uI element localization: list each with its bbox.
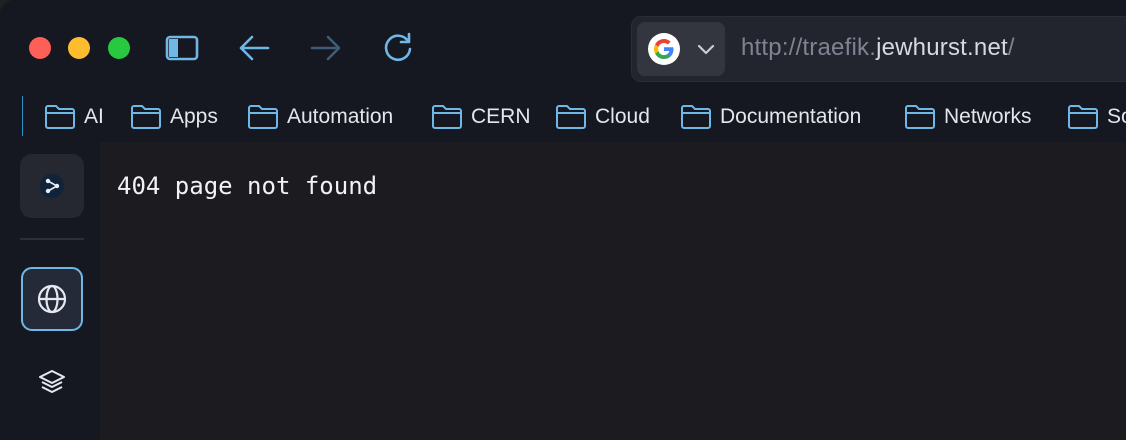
folder-icon — [1068, 105, 1098, 129]
globe-icon — [37, 284, 67, 314]
minimize-window-button[interactable] — [68, 37, 90, 59]
sidebar-item-web[interactable] — [21, 267, 83, 331]
url-domain: jewhurst.net — [876, 34, 1008, 61]
bookmark-folder-ai[interactable]: AI — [44, 102, 104, 132]
sidebar-item-share[interactable] — [20, 154, 84, 218]
url-text[interactable]: http://traefik.jewhurst.net/ — [741, 34, 1015, 62]
page-content: 404 page not found — [100, 142, 1126, 440]
bookmark-label: Documentation — [720, 105, 862, 128]
arrow-right-icon — [310, 35, 341, 61]
folder-icon — [248, 105, 278, 129]
forward-button[interactable] — [308, 30, 344, 66]
title-bar: http://traefik.jewhurst.net/ — [0, 0, 1126, 92]
bookmark-label: Apps — [170, 105, 218, 128]
bookmark-folder-documentation[interactable]: Documentation — [680, 102, 861, 132]
share-icon — [40, 174, 64, 198]
google-icon — [648, 33, 680, 65]
error-message: 404 page not found — [117, 172, 378, 200]
bookmarks-bar: AI Apps Automation CERN Cloud Documentat… — [0, 92, 1126, 142]
folder-icon — [556, 105, 586, 129]
bookmark-folder-networks[interactable]: Networks — [904, 102, 1032, 132]
bookmark-label: CERN — [471, 105, 531, 128]
bookmark-label: Cloud — [595, 105, 650, 128]
sidebar — [0, 142, 100, 440]
sidebar-separator — [20, 238, 84, 240]
search-engine-selector[interactable] — [637, 22, 725, 76]
address-bar[interactable]: http://traefik.jewhurst.net/ — [631, 16, 1126, 82]
chevron-down-icon — [697, 44, 715, 55]
folder-icon — [45, 105, 75, 129]
url-prefix: http://traefik. — [741, 34, 877, 61]
bookmark-label: So — [1107, 105, 1126, 128]
reload-icon — [384, 32, 412, 62]
sidebar-toggle-button[interactable] — [164, 30, 200, 66]
sidebar-item-layers[interactable] — [34, 364, 70, 400]
bookmark-folder-apps[interactable]: Apps — [130, 102, 218, 132]
bookmarks-divider — [22, 96, 23, 136]
folder-icon — [905, 105, 935, 129]
bookmark-folder-cloud[interactable]: Cloud — [555, 102, 650, 132]
bookmark-folder-cern[interactable]: CERN — [431, 102, 531, 132]
bookmark-label: Networks — [944, 105, 1032, 128]
reload-button[interactable] — [380, 30, 416, 66]
browser-window: http://traefik.jewhurst.net/ AI Apps Aut… — [0, 0, 1126, 440]
folder-icon — [681, 105, 711, 129]
sidebar-icon — [165, 35, 199, 61]
bookmark-label: Automation — [287, 105, 394, 128]
folder-icon — [131, 105, 161, 129]
bookmark-folder-so[interactable]: So — [1067, 102, 1126, 132]
bookmark-folder-automation[interactable]: Automation — [247, 102, 393, 132]
bookmark-label: AI — [84, 105, 104, 128]
zoom-window-button[interactable] — [108, 37, 130, 59]
close-window-button[interactable] — [29, 37, 51, 59]
url-suffix: / — [1007, 34, 1015, 61]
layers-icon — [39, 370, 65, 393]
arrow-left-icon — [239, 35, 270, 61]
back-button[interactable] — [236, 30, 272, 66]
folder-icon — [432, 105, 462, 129]
